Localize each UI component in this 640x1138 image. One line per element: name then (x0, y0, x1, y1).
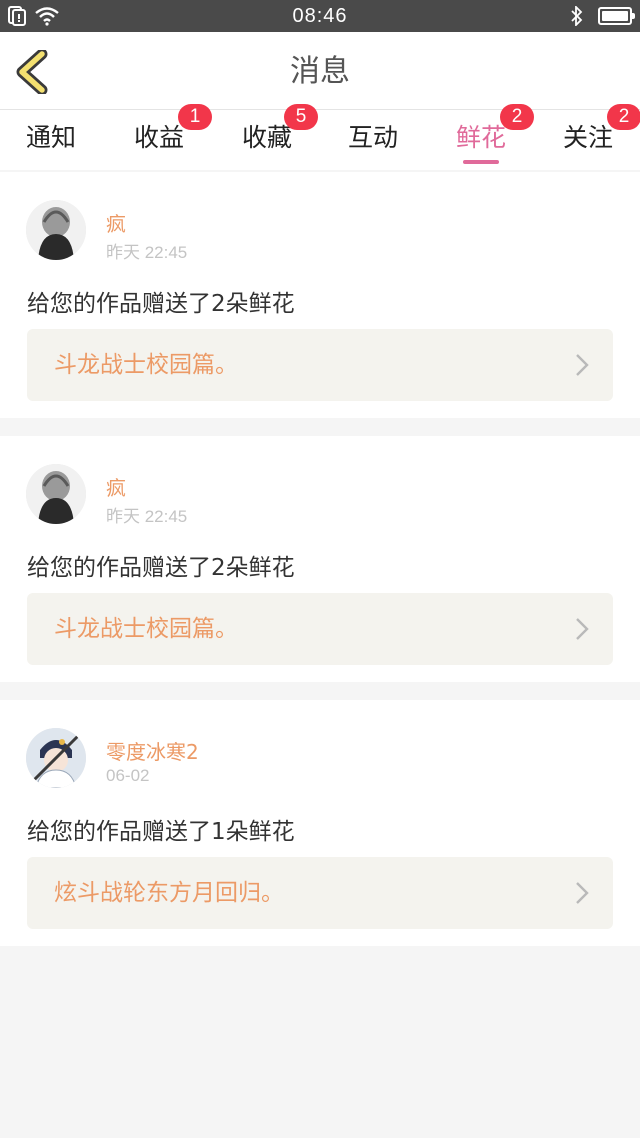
sender-name[interactable]: 零度冰寒2 (106, 736, 199, 765)
message-text: 给您的作品赠送了1朵鲜花 (27, 819, 295, 845)
battery-icon (598, 7, 635, 25)
tab-favorites[interactable]: 收藏 5 (222, 104, 318, 170)
work-link[interactable]: 斗龙战士校园篇。 (27, 329, 613, 401)
tab-follows[interactable]: 关注 2 (543, 104, 640, 170)
unread-badge: 1 (178, 104, 212, 130)
work-title: 斗龙战士校园篇。 (54, 616, 238, 642)
active-tab-indicator (463, 160, 499, 164)
user-avatar-icon (26, 200, 86, 260)
work-title: 斗龙战士校园篇。 (54, 352, 238, 378)
tab-label: 收益 (133, 123, 184, 152)
message-text: 给您的作品赠送了2朵鲜花 (27, 291, 295, 317)
chevron-right-icon (576, 618, 589, 640)
unread-badge: 2 (500, 104, 534, 130)
message-card: 疯 昨天 22:45 给您的作品赠送了2朵鲜花 斗龙战士校园篇。 (0, 172, 640, 418)
user-avatar-icon (26, 464, 86, 524)
message-time: 06-02 (106, 766, 150, 785)
tab-label: 关注 (562, 123, 613, 152)
bluetooth-icon (571, 6, 583, 26)
message-card: 零度冰寒2 06-02 给您的作品赠送了1朵鲜花 炫斗战轮东方月回归。 (0, 700, 640, 946)
chevron-right-icon (576, 354, 589, 376)
user-avatar-icon (26, 728, 86, 788)
tab-label: 鲜花 (455, 123, 506, 152)
sender-name[interactable]: 疯 (106, 472, 126, 501)
message-time: 昨天 22:45 (106, 507, 188, 526)
tab-label: 通知 (25, 123, 76, 152)
page-title: 消息 (290, 54, 350, 89)
unread-badge: 5 (284, 104, 318, 130)
unread-badge: 2 (607, 104, 640, 130)
avatar[interactable] (26, 464, 86, 524)
tab-notifications[interactable]: 通知 (6, 110, 96, 170)
tab-earnings[interactable]: 收益 1 (114, 104, 212, 170)
work-link[interactable]: 炫斗战轮东方月回归。 (27, 857, 613, 929)
sender-name[interactable]: 疯 (106, 208, 126, 237)
chevron-right-icon (576, 882, 589, 904)
tab-interactions[interactable]: 互动 (328, 110, 418, 170)
top-nav-bar: 消息 (0, 32, 640, 110)
avatar[interactable] (26, 200, 86, 260)
tab-bar: 通知 收益 1 收藏 5 互动 鲜花 2 关注 2 (0, 104, 640, 170)
message-card: 疯 昨天 22:45 给您的作品赠送了2朵鲜花 斗龙战士校园篇。 (0, 436, 640, 682)
message-text: 给您的作品赠送了2朵鲜花 (27, 555, 295, 581)
work-link[interactable]: 斗龙战士校园篇。 (27, 593, 613, 665)
work-title: 炫斗战轮东方月回归。 (54, 880, 284, 906)
tab-label: 互动 (347, 123, 398, 152)
tab-label: 收藏 (241, 123, 292, 152)
avatar[interactable] (26, 728, 86, 788)
message-time: 昨天 22:45 (106, 243, 188, 262)
status-time: 08:46 (292, 5, 348, 27)
tab-flowers[interactable]: 鲜花 2 (436, 104, 534, 170)
status-bar: 08:46 (0, 0, 640, 32)
status-right-icons (570, 6, 635, 26)
